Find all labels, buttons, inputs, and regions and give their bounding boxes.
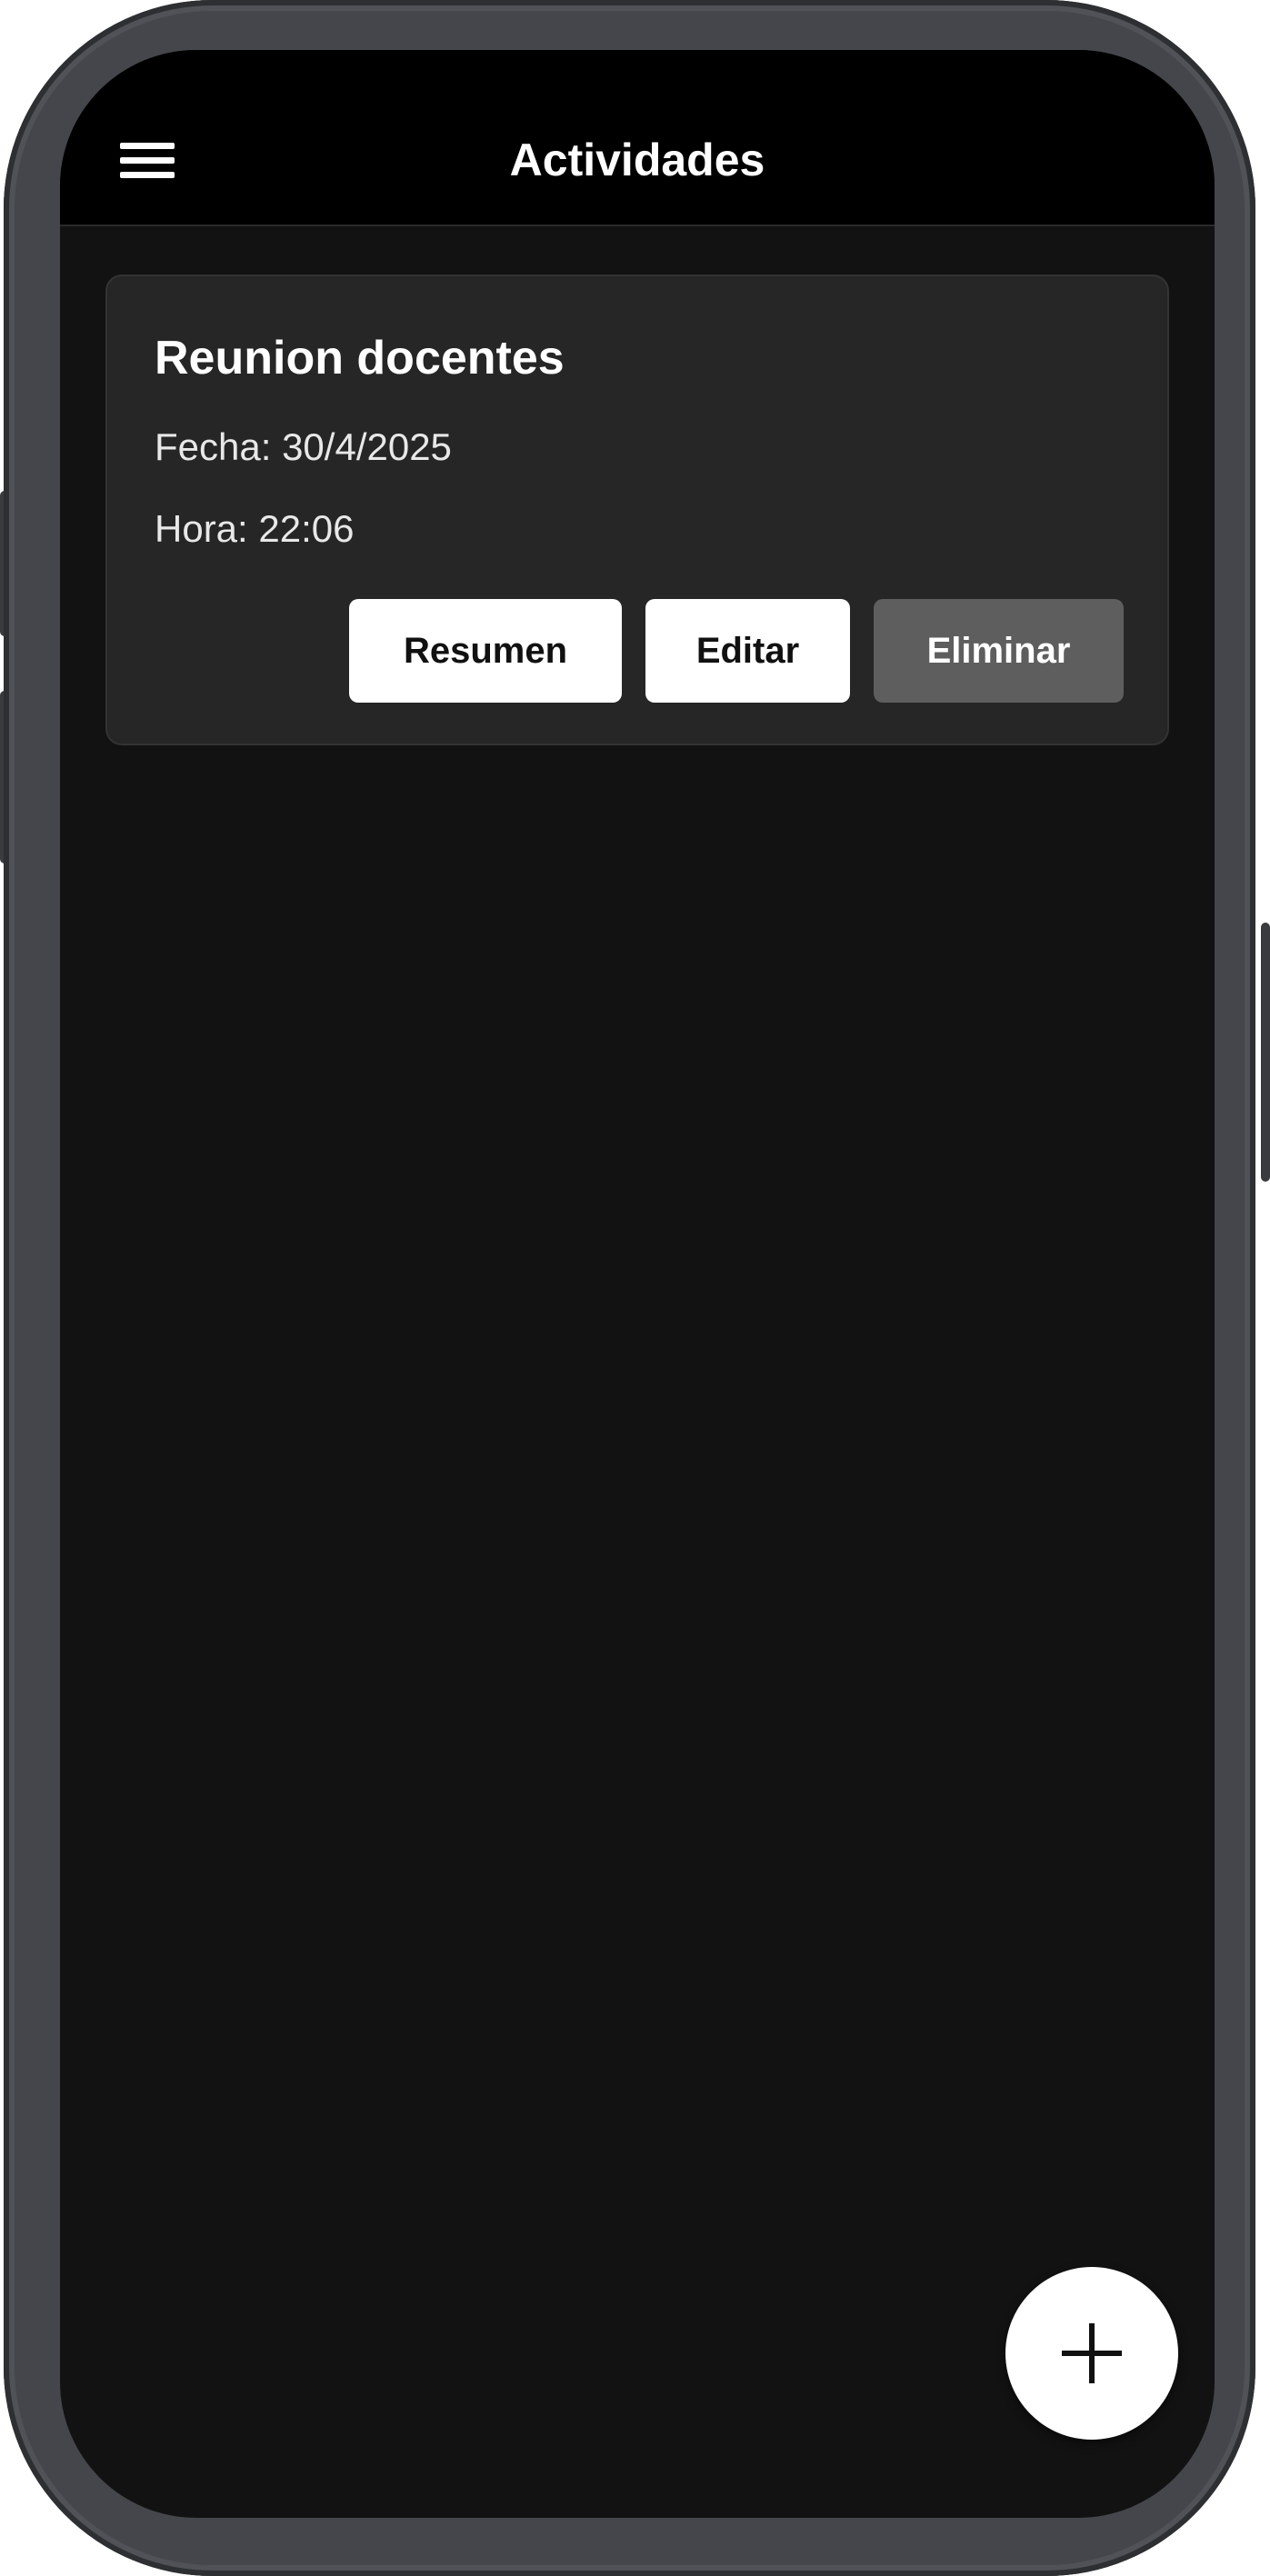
activity-actions: Resumen Editar Eliminar [349, 599, 1124, 703]
activity-date: Fecha: 30/4/2025 [155, 425, 452, 468]
app-screen: Actividades Reunion docentes Fecha: 30/4… [60, 50, 1215, 2518]
edit-button[interactable]: Editar [645, 599, 850, 703]
phone-power-button [1261, 923, 1270, 1182]
app-bar: Actividades [60, 50, 1215, 226]
add-activity-button[interactable] [1005, 2267, 1178, 2440]
device-mockup: Actividades Reunion docentes Fecha: 30/4… [0, 0, 1270, 2576]
delete-button[interactable]: Eliminar [874, 599, 1124, 703]
summary-button[interactable]: Resumen [349, 599, 622, 703]
page-title: Actividades [509, 135, 765, 185]
phone-frame: Actividades Reunion docentes Fecha: 30/4… [4, 0, 1255, 2576]
activity-title: Reunion docentes [155, 332, 565, 384]
activity-time: Hora: 22:06 [155, 507, 355, 550]
plus-icon [1062, 2323, 1122, 2383]
activity-card: Reunion docentes Fecha: 30/4/2025 Hora: … [105, 275, 1169, 745]
